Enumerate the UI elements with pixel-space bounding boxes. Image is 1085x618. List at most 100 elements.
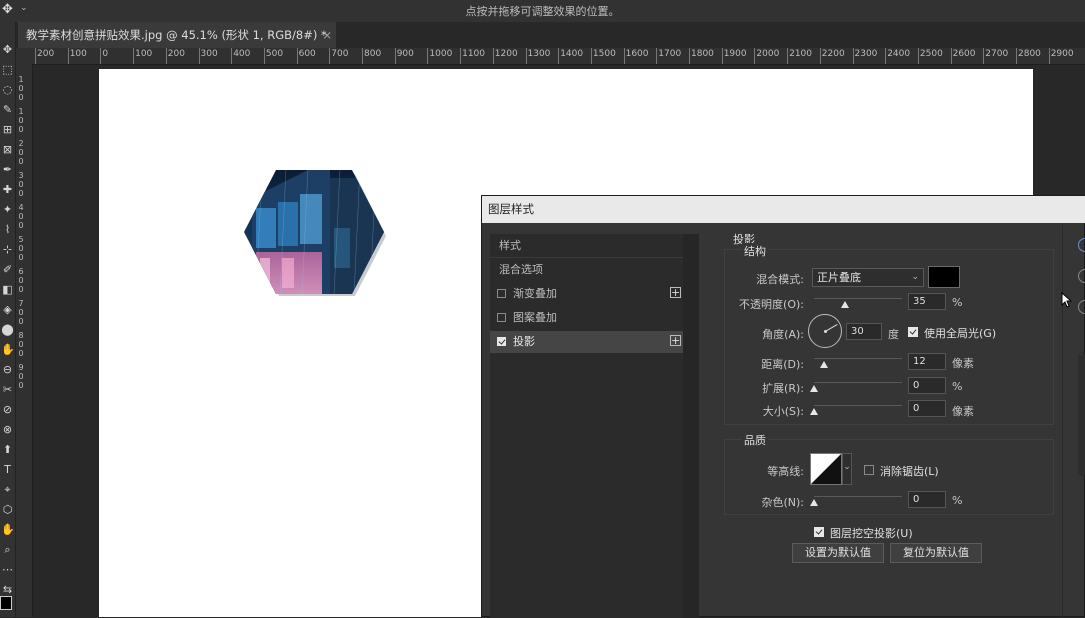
cancel-button-edge[interactable]: [1078, 269, 1085, 283]
panel-divider: [1062, 225, 1063, 618]
style-item[interactable]: 投影 +: [490, 331, 683, 353]
tool-14-icon[interactable]: ⬤: [1, 322, 14, 338]
tool-18-icon[interactable]: ⊘: [1, 402, 14, 418]
tool-17-icon[interactable]: ✂: [1, 382, 14, 398]
ruler-tick: [296, 48, 298, 64]
tool-10-icon[interactable]: ⊹: [1, 242, 14, 258]
style-checkbox[interactable]: [497, 289, 506, 298]
tool-0-icon[interactable]: ✥: [1, 42, 14, 58]
ruler-label: 1600: [625, 49, 649, 59]
tool-1-icon[interactable]: ⬚: [1, 62, 14, 78]
tool-9-icon[interactable]: ⌇: [1, 222, 14, 238]
tool-26-icon[interactable]: ⋯: [1, 562, 14, 578]
tool-2-icon[interactable]: ◌: [1, 82, 14, 98]
size-slider[interactable]: [814, 405, 902, 406]
tool-23-icon[interactable]: ⬡: [1, 502, 14, 518]
opacity-slider[interactable]: [814, 298, 902, 299]
shadow-color-swatch[interactable]: [928, 266, 960, 288]
tool-25-icon[interactable]: ⌕: [1, 542, 14, 558]
ok-button-edge[interactable]: [1078, 238, 1085, 252]
ruler-label: 2700: [985, 49, 1009, 59]
dialog-title[interactable]: 图层样式: [482, 196, 1085, 223]
angle-dial[interactable]: [808, 314, 842, 348]
add-instance-icon[interactable]: +: [670, 287, 681, 298]
close-icon[interactable]: ×: [322, 22, 332, 48]
document-tab[interactable]: 教学素材创意拼贴效果.jpg @ 45.1% (形状 1, RGB/8#) * …: [18, 22, 336, 48]
ruler-tick: [983, 48, 985, 64]
distance-input[interactable]: 12: [908, 353, 946, 370]
style-item[interactable]: 混合选项: [490, 259, 683, 281]
tool-3-icon[interactable]: ✎: [1, 102, 14, 118]
antialias-checkbox[interactable]: [864, 465, 874, 475]
tool-21-icon[interactable]: T: [1, 462, 14, 478]
tool-6-icon[interactable]: ✒: [1, 162, 14, 178]
vertical-ruler[interactable]: 100100200300400500600700800900: [16, 64, 33, 617]
ruler-tick: [460, 48, 462, 64]
style-item[interactable]: 样式: [490, 235, 683, 258]
ruler-label: 3: [18, 171, 24, 180]
blend-mode-select[interactable]: 正片叠底 ⌄: [812, 268, 924, 287]
tool-20-icon[interactable]: ⬆: [1, 442, 14, 458]
tool-16-icon[interactable]: ⊖: [1, 362, 14, 378]
tool-12-icon[interactable]: ◧: [1, 282, 14, 298]
tool-24-icon[interactable]: ✋: [1, 522, 14, 538]
styles-list-scrollbar[interactable]: [683, 234, 699, 618]
ruler-tick: [885, 48, 887, 64]
size-unit: 像素: [952, 405, 974, 418]
new-style-button-edge[interactable]: [1078, 300, 1085, 314]
ruler-label: 0: [18, 276, 24, 285]
ruler-label: 1: [18, 75, 24, 84]
spread-input[interactable]: 0: [908, 377, 946, 394]
size-slider-knob[interactable]: [810, 408, 818, 415]
contour-preview[interactable]: [810, 453, 842, 485]
tool-11-icon[interactable]: ✐: [1, 262, 14, 278]
set-default-button[interactable]: 设置为默认值: [792, 543, 884, 563]
style-item[interactable]: 渐变叠加 +: [490, 283, 683, 305]
reset-default-button[interactable]: 复位为默认值: [890, 543, 982, 563]
tool-22-icon[interactable]: ⌖: [1, 482, 14, 498]
spread-slider[interactable]: [814, 382, 902, 383]
tool-8-icon[interactable]: ✦: [1, 202, 14, 218]
ruler-label: 200: [167, 49, 185, 59]
ruler-tick: [721, 48, 723, 64]
hexagon-image-layer[interactable]: [242, 168, 386, 296]
tool-19-icon[interactable]: ⊗: [1, 422, 14, 438]
global-light-checkbox[interactable]: [908, 327, 918, 337]
layer-style-dialog: 图层样式 样式 混合选项 渐变叠加 + 图案叠加 投影 + 投影 结构 混合模式: 正片叠底…: [481, 195, 1085, 618]
tool-7-icon[interactable]: ✚: [1, 182, 14, 198]
tool-13-icon[interactable]: ◈: [1, 302, 14, 318]
ruler-label: 1400: [560, 49, 584, 59]
ruler-label: 0: [18, 93, 24, 102]
style-checkbox[interactable]: [497, 313, 506, 322]
structure-title: 结构: [742, 243, 768, 259]
style-item[interactable]: 图案叠加: [490, 307, 683, 329]
size-input[interactable]: 0: [908, 400, 946, 417]
ruler-tick: [100, 48, 102, 64]
angle-input[interactable]: 30: [846, 323, 882, 340]
ruler-label: 0: [18, 253, 24, 262]
style-checkbox[interactable]: [497, 337, 506, 346]
add-instance-icon[interactable]: +: [670, 335, 681, 346]
noise-slider-knob[interactable]: [810, 499, 818, 506]
spread-slider-knob[interactable]: [810, 385, 818, 392]
ruler-label: 0: [18, 372, 24, 381]
noise-input[interactable]: 0: [908, 491, 946, 508]
opacity-input[interactable]: 35: [908, 293, 946, 310]
distance-slider[interactable]: [814, 358, 902, 359]
tool-5-icon[interactable]: ⊠: [1, 142, 14, 158]
ruler-label: 1900: [723, 49, 747, 59]
ruler-tick: [67, 48, 69, 64]
opacity-slider-knob[interactable]: [840, 301, 849, 308]
contour-dropdown[interactable]: ⌄: [842, 453, 852, 485]
distance-slider-knob[interactable]: [820, 361, 828, 368]
ruler-label: 2: [18, 139, 24, 148]
document-tab-bar: 教学素材创意拼贴效果.jpg @ 45.1% (形状 1, RGB/8#) * …: [16, 22, 1085, 48]
horizontal-ruler[interactable]: 200 100 0 100 200 300 400 500 600 700 800 900 1000 11…: [33, 48, 1085, 65]
noise-slider[interactable]: [814, 496, 902, 497]
contour-label: 等高线:: [767, 465, 804, 478]
foreground-color-swatch[interactable]: [0, 596, 12, 610]
tool-15-icon[interactable]: ✋: [1, 342, 14, 358]
knockout-checkbox[interactable]: [814, 527, 824, 537]
ruler-label: 5: [18, 235, 24, 244]
tool-4-icon[interactable]: ⊞: [1, 122, 14, 138]
